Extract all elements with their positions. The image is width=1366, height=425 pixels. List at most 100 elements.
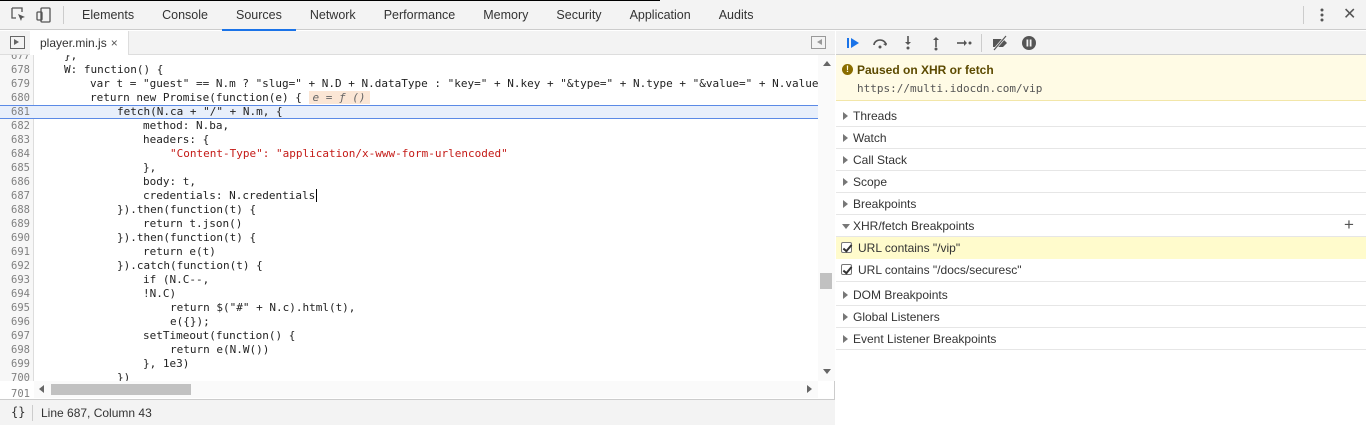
breakpoint-checkbox[interactable]: [841, 264, 852, 275]
code-line: 692}).catch(function(t) {: [11, 259, 263, 272]
code-line: 698 return e(N.W()): [11, 343, 270, 356]
inline-variable-value: e = ƒ (): [308, 91, 370, 104]
current-execution-line: 681 fetch(N.ca + "/" + N.m, {: [0, 105, 818, 119]
vertical-scrollbar[interactable]: [818, 55, 835, 381]
code-line: 680 return new Promise(function(e) { e = …: [0, 91, 818, 105]
code-line: 679 var t = "guest" == N.m ? "slug=" + N.…: [11, 77, 818, 90]
code-line: 685},: [11, 161, 157, 174]
tab-memory[interactable]: Memory: [469, 0, 542, 30]
paused-title: Paused on XHR or fetch: [857, 63, 994, 77]
step-icon[interactable]: [955, 34, 973, 52]
code-line: 686 body: t,: [11, 175, 196, 188]
code-line: 696 e({});: [11, 315, 210, 328]
tab-performance[interactable]: Performance: [370, 0, 470, 30]
expand-arrow-icon: [843, 112, 848, 120]
expand-arrow-icon: [843, 134, 848, 142]
tab-console[interactable]: Console: [148, 0, 222, 30]
horizontal-scrollbar[interactable]: [34, 381, 818, 398]
expand-arrow-icon: [843, 291, 848, 299]
collapse-arrow-icon: [842, 224, 850, 229]
file-tab-label: player.min.js: [40, 36, 107, 50]
tab-elements[interactable]: Elements: [68, 0, 148, 30]
scroll-left-icon[interactable]: [39, 385, 44, 393]
code-line: 694 !N.C): [11, 287, 177, 300]
tab-sources[interactable]: Sources: [221, 0, 296, 31]
section-dom-breakpoints[interactable]: DOM Breakpoints: [836, 284, 1366, 306]
editor-status-bar: {} Line 687, Column 43: [0, 399, 835, 425]
expand-arrow-icon: [843, 178, 848, 186]
tab-security[interactable]: Security: [542, 0, 615, 30]
tab-application[interactable]: Application: [616, 0, 705, 30]
debugger-toolbar-divider: [981, 34, 982, 52]
toggle-debugger-icon[interactable]: [811, 36, 826, 49]
add-breakpoint-icon[interactable]: +: [1344, 216, 1354, 234]
code-line: 691 return e(t): [11, 245, 216, 258]
code-line: 677},: [11, 55, 78, 62]
scroll-down-icon[interactable]: [823, 369, 831, 374]
toolbar-divider: [63, 6, 64, 24]
device-toolbar-icon[interactable]: [35, 6, 53, 24]
expand-arrow-icon: [843, 156, 848, 164]
pretty-print-icon[interactable]: {}: [11, 405, 25, 419]
text-caret: [316, 189, 318, 202]
section-breakpoints[interactable]: Breakpoints: [836, 193, 1366, 215]
horizontal-scroll-thumb[interactable]: [51, 384, 191, 395]
tab-network[interactable]: Network: [296, 0, 370, 30]
code-line: 693 if (N.C--,: [11, 273, 210, 286]
expand-arrow-icon: [843, 335, 848, 343]
step-into-icon[interactable]: [899, 34, 917, 52]
status-divider: [32, 405, 33, 421]
code-line: 689 return t.json(): [11, 217, 243, 230]
file-tab[interactable]: player.min.js ×: [30, 31, 129, 55]
close-devtools-icon[interactable]: ✕: [1343, 7, 1356, 23]
info-icon: !: [842, 64, 853, 75]
more-options-icon[interactable]: [1316, 7, 1328, 23]
code-line: 678 W: function() {: [11, 63, 164, 76]
code-line: 688}).then(function(t) {: [11, 203, 257, 216]
close-tab-icon[interactable]: ×: [111, 36, 118, 50]
scroll-right-icon[interactable]: [807, 385, 812, 393]
deactivate-breakpoints-icon[interactable]: [991, 34, 1009, 52]
expand-arrow-icon: [843, 200, 848, 208]
panel-tabs: Elements Console Sources Network Perform…: [68, 0, 768, 31]
vertical-scroll-thumb[interactable]: [820, 273, 832, 289]
code-line: 687 credentials: N.credentials: [11, 189, 318, 202]
code-line: 684 "Content-Type": "application/x-www-fo…: [11, 147, 508, 160]
pause-on-exceptions-icon[interactable]: [1020, 34, 1038, 52]
section-xhr-fetch-breakpoints[interactable]: XHR/fetch Breakpoints +: [836, 215, 1366, 237]
code-line: 683 headers: {: [11, 133, 210, 146]
code-line: 699}, 1e3): [11, 357, 190, 370]
debugger-toolbar: [836, 31, 1366, 55]
editor-tab-bar: player.min.js ×: [0, 31, 835, 55]
toolbar-divider-right: [1303, 6, 1304, 24]
paused-message: ! Paused on XHR or fetch https://multi.i…: [836, 55, 1366, 101]
expand-arrow-icon: [843, 313, 848, 321]
code-line: 695 return $("#" + N.c).html(t),: [11, 301, 356, 314]
debugger-sidebar: ! Paused on XHR or fetch https://multi.i…: [836, 31, 1366, 425]
code-line: 690}).then(function(t) {: [11, 231, 257, 244]
xhr-breakpoint-item[interactable]: URL contains "/docs/securesc": [836, 259, 1366, 282]
section-threads[interactable]: Threads: [836, 105, 1366, 127]
step-over-icon[interactable]: [871, 34, 889, 52]
scroll-up-icon[interactable]: [823, 61, 831, 66]
cursor-position: Line 687, Column 43: [41, 406, 152, 420]
toggle-navigator-icon[interactable]: [10, 36, 25, 49]
breakpoint-checkbox[interactable]: [841, 242, 852, 253]
code-line: 682 method: N.ba,: [11, 119, 230, 132]
section-call-stack[interactable]: Call Stack: [836, 149, 1366, 171]
code-area[interactable]: 677}, 678 W: function() { 679 var t = "gue…: [0, 55, 818, 381]
xhr-breakpoint-item[interactable]: URL contains "/vip": [836, 237, 1366, 259]
code-line: 697 setTimeout(function() {: [11, 329, 296, 342]
source-editor: player.min.js × 677}, 678 W: function() { …: [0, 31, 835, 400]
section-global-listeners[interactable]: Global Listeners: [836, 306, 1366, 328]
devtools-toolbar: Elements Console Sources Network Perform…: [0, 0, 1366, 31]
step-out-icon[interactable]: [927, 34, 945, 52]
inspect-element-icon[interactable]: [10, 6, 28, 24]
tab-audits[interactable]: Audits: [705, 0, 768, 30]
section-event-listener-breakpoints[interactable]: Event Listener Breakpoints: [836, 328, 1366, 350]
section-watch[interactable]: Watch: [836, 127, 1366, 149]
paused-url: https://multi.idocdn.com/vip: [857, 82, 1043, 95]
resume-icon[interactable]: [844, 34, 862, 52]
code-line: 700}): [11, 371, 131, 381]
section-scope[interactable]: Scope: [836, 171, 1366, 193]
